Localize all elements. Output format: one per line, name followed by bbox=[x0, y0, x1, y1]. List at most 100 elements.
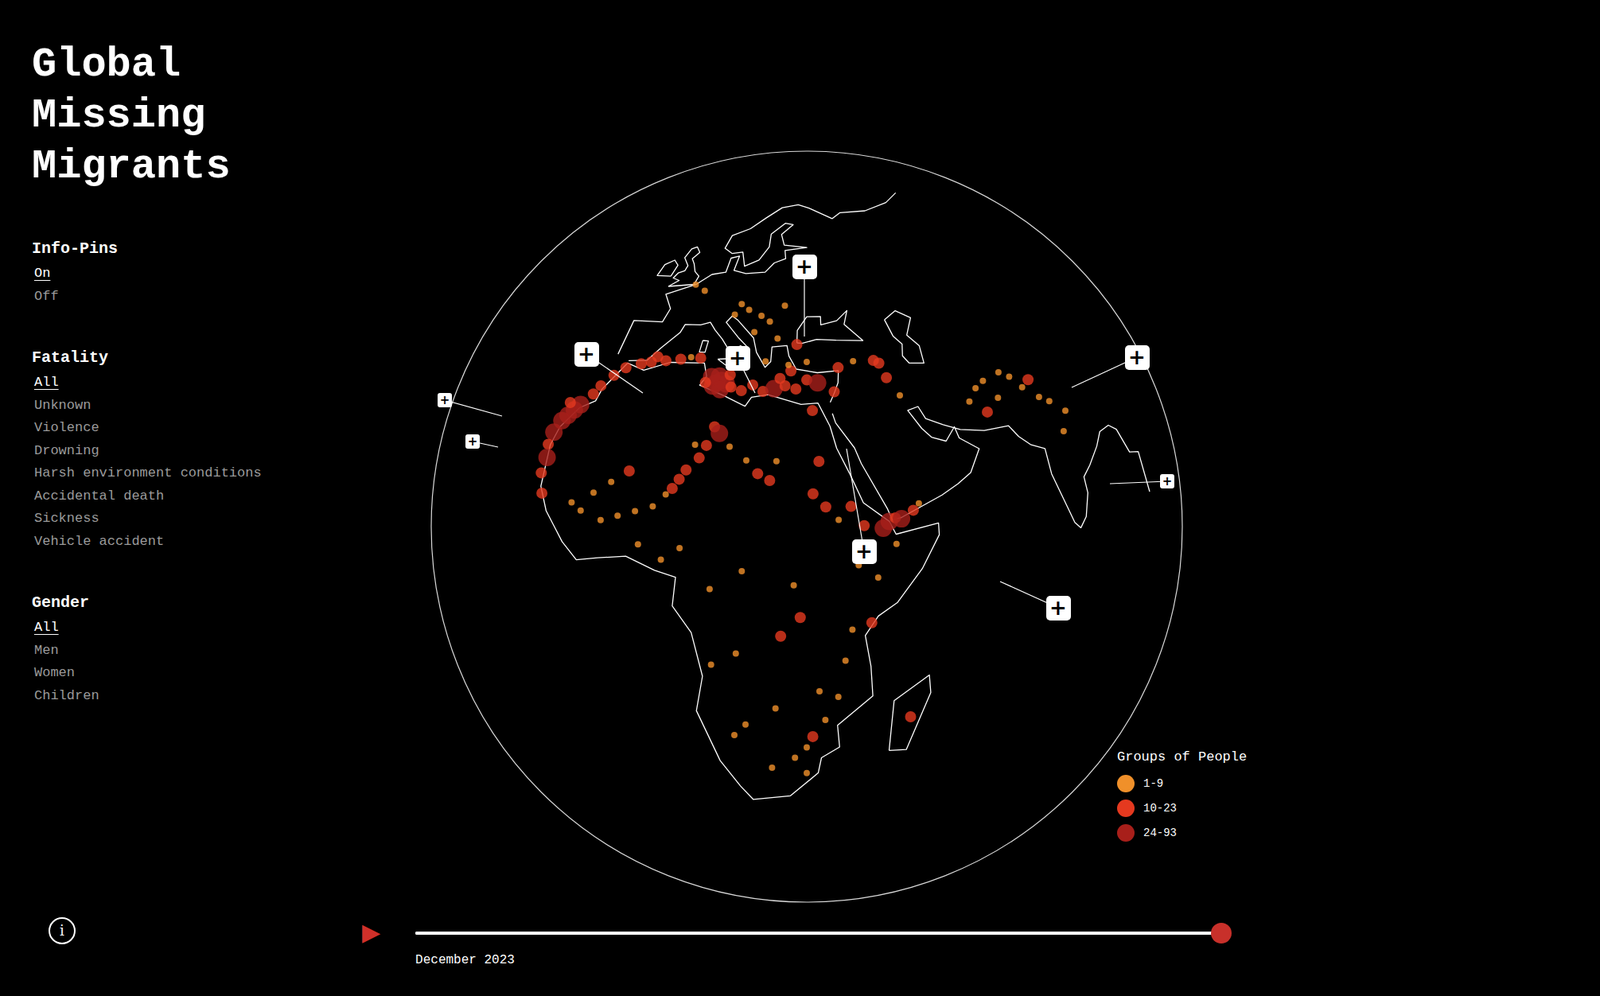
incident-dot[interactable] bbox=[981, 406, 993, 418]
incident-dot[interactable] bbox=[791, 338, 803, 351]
incident-dot[interactable] bbox=[738, 568, 745, 575]
incident-dot[interactable] bbox=[649, 503, 656, 510]
incident-dot[interactable] bbox=[835, 693, 842, 701]
info-pin[interactable]: + bbox=[725, 346, 751, 371]
incident-dot[interactable] bbox=[807, 731, 819, 743]
incident-dot[interactable] bbox=[675, 354, 687, 366]
incident-dot[interactable] bbox=[535, 467, 547, 479]
info-pin[interactable]: + bbox=[465, 434, 480, 449]
incident-dot[interactable] bbox=[620, 362, 632, 374]
incident-dot[interactable] bbox=[731, 311, 739, 318]
incident-dot[interactable] bbox=[726, 443, 733, 451]
incident-dot[interactable] bbox=[915, 500, 923, 507]
incident-dot[interactable] bbox=[995, 369, 1002, 376]
incident-dot[interactable] bbox=[893, 541, 900, 548]
incident-dot[interactable] bbox=[536, 487, 548, 499]
filter-option[interactable]: Accidental death bbox=[31, 485, 335, 509]
filter-option[interactable]: Sickness bbox=[31, 507, 335, 531]
incident-dot[interactable] bbox=[708, 661, 715, 669]
incident-dot[interactable] bbox=[538, 448, 557, 467]
filter-option[interactable]: Unknown bbox=[31, 394, 335, 418]
incident-dot[interactable] bbox=[763, 474, 775, 487]
incident-dot[interactable] bbox=[807, 488, 819, 500]
incident-dot[interactable] bbox=[692, 441, 699, 448]
incident-dot[interactable] bbox=[635, 358, 647, 370]
timeline-knob[interactable] bbox=[1210, 922, 1232, 944]
play-button[interactable]: ▶ bbox=[362, 918, 381, 946]
incident-dot[interactable] bbox=[849, 358, 857, 365]
incident-dot[interactable] bbox=[774, 373, 786, 385]
incident-dot[interactable] bbox=[710, 424, 728, 443]
incident-dot[interactable] bbox=[829, 386, 841, 398]
incident-dot[interactable] bbox=[692, 281, 700, 289]
incident-dot[interactable] bbox=[842, 657, 849, 665]
incident-dot[interactable] bbox=[845, 501, 857, 513]
incident-dot[interactable] bbox=[732, 650, 740, 658]
incident-dot[interactable] bbox=[821, 716, 829, 724]
incident-dot[interactable] bbox=[568, 498, 575, 506]
incident-dot[interactable] bbox=[875, 574, 882, 581]
incident-dot[interactable] bbox=[564, 397, 577, 409]
incident-dot[interactable] bbox=[979, 377, 986, 385]
incident-dot[interactable] bbox=[666, 482, 678, 495]
incident-dot[interactable] bbox=[688, 354, 695, 361]
incident-dot[interactable] bbox=[738, 300, 745, 308]
incident-dot[interactable] bbox=[835, 516, 842, 523]
info-pin[interactable]: + bbox=[574, 342, 600, 367]
incident-dot[interactable] bbox=[782, 302, 789, 309]
incident-dot[interactable] bbox=[774, 630, 787, 643]
incident-dot[interactable] bbox=[751, 467, 764, 479]
incident-dot[interactable] bbox=[772, 705, 779, 713]
incident-dot[interactable] bbox=[607, 478, 615, 486]
incident-dot[interactable] bbox=[994, 394, 1001, 401]
incident-dot[interactable] bbox=[693, 452, 705, 464]
incident-dot[interactable] bbox=[794, 611, 806, 623]
incident-dot[interactable] bbox=[743, 457, 750, 464]
incident-dot[interactable] bbox=[1005, 373, 1013, 381]
incident-dot[interactable] bbox=[1046, 397, 1053, 405]
info-pin[interactable]: + bbox=[1160, 474, 1175, 489]
filter-option[interactable]: Men bbox=[31, 639, 335, 663]
incident-dot[interactable] bbox=[545, 423, 563, 441]
incident-dot[interactable] bbox=[880, 372, 892, 384]
incident-dot[interactable] bbox=[660, 354, 672, 366]
incident-dot[interactable] bbox=[896, 392, 904, 399]
incident-dot[interactable] bbox=[972, 385, 979, 392]
incident-dot[interactable] bbox=[676, 545, 683, 552]
incident-dot[interactable] bbox=[905, 711, 917, 723]
incident-dot[interactable] bbox=[1060, 428, 1067, 435]
incident-dot[interactable] bbox=[790, 383, 802, 395]
incident-dot[interactable] bbox=[701, 288, 709, 295]
incident-dot[interactable] bbox=[820, 501, 832, 513]
incident-dot[interactable] bbox=[597, 517, 604, 524]
incident-dot[interactable] bbox=[634, 541, 642, 548]
incident-dot[interactable] bbox=[813, 455, 825, 468]
incident-dot[interactable] bbox=[577, 507, 584, 514]
incident-dot[interactable] bbox=[803, 770, 810, 777]
incident-dot[interactable] bbox=[892, 509, 911, 528]
incident-dot[interactable] bbox=[657, 556, 665, 564]
incident-dot[interactable] bbox=[742, 721, 749, 728]
filter-option[interactable]: Off bbox=[31, 285, 335, 309]
incident-dot[interactable] bbox=[848, 626, 856, 633]
incident-dot[interactable] bbox=[700, 377, 712, 389]
info-pin[interactable]: + bbox=[1125, 345, 1150, 370]
incident-dot[interactable] bbox=[680, 464, 692, 476]
incident-dot[interactable] bbox=[773, 458, 780, 465]
incident-dot[interactable] bbox=[762, 358, 769, 365]
incident-dot[interactable] bbox=[542, 438, 554, 450]
incident-dot[interactable] bbox=[735, 385, 748, 397]
incident-dot[interactable] bbox=[965, 398, 973, 405]
incident-dot[interactable] bbox=[590, 489, 597, 496]
incident-dot[interactable] bbox=[587, 388, 600, 400]
info-pin[interactable]: + bbox=[1046, 595, 1071, 621]
incident-dot[interactable] bbox=[768, 764, 775, 771]
incident-dot[interactable] bbox=[695, 352, 707, 364]
incident-dot[interactable] bbox=[700, 439, 713, 452]
incident-dot[interactable] bbox=[614, 512, 621, 519]
filter-option[interactable]: Violence bbox=[31, 416, 335, 440]
incident-dot[interactable] bbox=[766, 318, 774, 325]
incident-dot[interactable] bbox=[785, 362, 792, 369]
filter-option[interactable]: Harsh environment conditions bbox=[31, 462, 335, 486]
incident-dot[interactable] bbox=[595, 380, 607, 392]
